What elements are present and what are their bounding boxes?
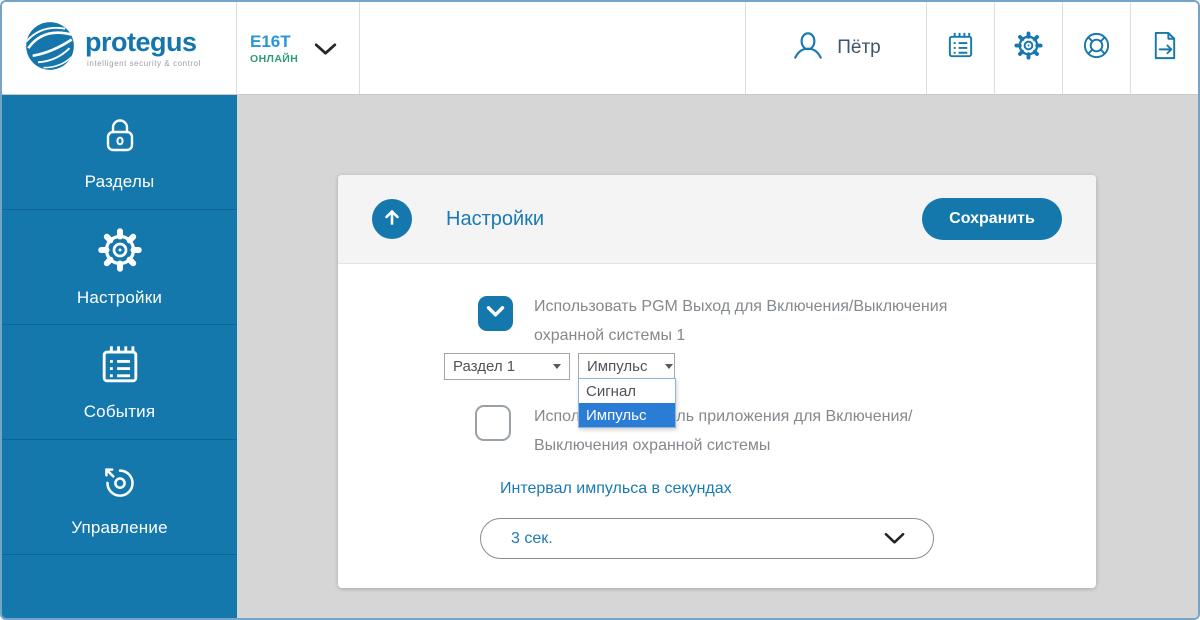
- sidebar-item-label: Настройки: [77, 288, 162, 308]
- pgm-select-row: Раздел 1 Импульс: [444, 353, 675, 380]
- sidebar-item-partitions[interactable]: Разделы: [2, 95, 237, 210]
- logo-tagline: intelligent security & control: [85, 59, 201, 68]
- settings-panel: Настройки Сохранить Использовать PGM Вых…: [338, 175, 1096, 588]
- back-button[interactable]: [372, 199, 412, 239]
- control-icon: [96, 456, 144, 509]
- sidebar-item-settings[interactable]: Настройки: [2, 210, 237, 325]
- sidebar-filler: [2, 555, 237, 618]
- check-icon: [485, 304, 506, 324]
- settings-panel-body: Использовать PGM Выход для Включения/Вык…: [338, 264, 1096, 588]
- mode-select[interactable]: Импульс: [578, 353, 675, 380]
- settings-button[interactable]: [994, 2, 1062, 94]
- sidebar-item-events[interactable]: События: [2, 325, 237, 440]
- events-button[interactable]: [926, 2, 994, 94]
- gear-icon: [1013, 30, 1044, 66]
- option-signal[interactable]: Сигнал: [579, 379, 675, 403]
- sidebar-item-label: Управление: [71, 518, 168, 538]
- protegus-logo[interactable]: protegus intelligent security & control: [2, 2, 237, 94]
- topbar-spacer: [360, 2, 745, 94]
- sidebar-item-control[interactable]: Управление: [2, 440, 237, 555]
- option-impulse[interactable]: Импульс: [579, 403, 675, 427]
- device-selector[interactable]: E16T ОНЛАЙН: [237, 2, 360, 94]
- device-name: E16T: [250, 32, 298, 51]
- caret-down-icon: [553, 364, 561, 369]
- support-button[interactable]: [1062, 2, 1130, 94]
- sidebar: Разделы Наст: [2, 95, 237, 618]
- logout-button[interactable]: [1130, 2, 1198, 94]
- gear-icon: [96, 226, 144, 279]
- mode-select-dropdown: Сигнал Импульс: [578, 378, 676, 428]
- logo-swirl-icon: [24, 20, 76, 77]
- logout-icon: [1149, 30, 1180, 66]
- user-icon: [791, 29, 825, 68]
- notes-icon: [97, 342, 143, 393]
- pgm-output-label: Использовать PGM Выход для Включения/Вык…: [534, 292, 947, 350]
- body: Разделы Наст: [2, 95, 1198, 618]
- main-area: Настройки Сохранить Использовать PGM Вых…: [237, 95, 1198, 618]
- user-name: Пётр: [837, 37, 881, 59]
- support-icon: [1081, 30, 1112, 66]
- interval-select[interactable]: 3 сек.: [480, 518, 934, 559]
- interval-label: Интервал импульса в секундах: [500, 480, 732, 498]
- sidebar-item-label: Разделы: [85, 172, 155, 192]
- caret-down-icon: [665, 364, 673, 369]
- partition-select[interactable]: Раздел 1: [444, 353, 570, 380]
- interval-select-value: 3 сек.: [511, 530, 553, 548]
- chevron-down-icon: [314, 43, 337, 61]
- app-window: protegus intelligent security & control …: [0, 0, 1200, 620]
- pgm-output-checkbox[interactable]: [478, 296, 513, 331]
- app-password-checkbox[interactable]: [475, 405, 511, 441]
- notes-icon: [945, 30, 976, 66]
- save-button[interactable]: Сохранить: [922, 198, 1062, 240]
- user-menu[interactable]: Пётр: [745, 2, 926, 94]
- partition-select-value: Раздел 1: [453, 358, 515, 375]
- mode-select-value: Импульс: [587, 358, 647, 375]
- lock-icon: [97, 112, 143, 163]
- logo-name: protegus: [85, 29, 201, 56]
- sidebar-item-label: События: [84, 402, 156, 422]
- chevron-down-icon: [884, 532, 905, 545]
- arrow-up-icon: [380, 205, 404, 234]
- device-status-badge: ОНЛАЙН: [250, 53, 298, 65]
- page-title: Настройки: [446, 208, 544, 231]
- topbar: protegus intelligent security & control …: [2, 2, 1198, 95]
- settings-panel-header: Настройки Сохранить: [338, 175, 1096, 264]
